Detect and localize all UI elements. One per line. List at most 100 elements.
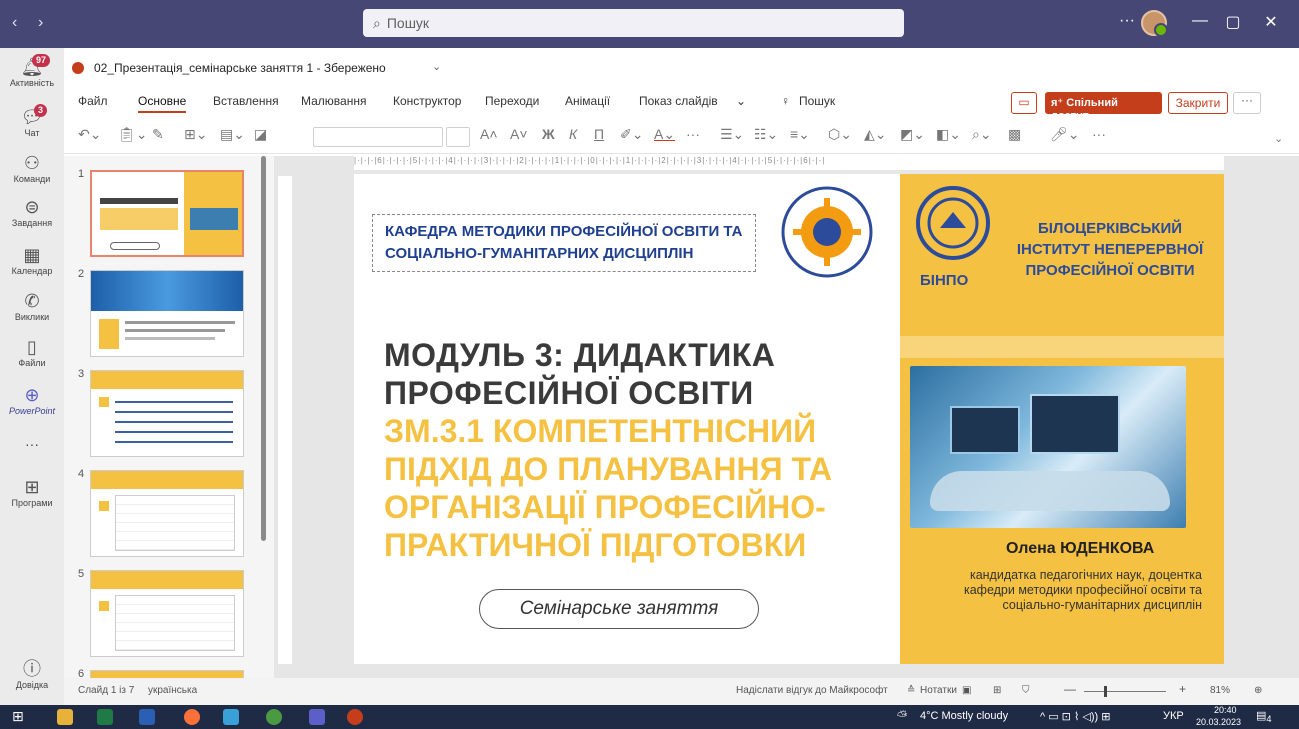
- slide-thumbnail-5[interactable]: [90, 570, 244, 657]
- fill-icon[interactable]: ◭⌄: [864, 126, 887, 143]
- slide-thumbnail-6[interactable]: [90, 670, 244, 678]
- notes-button[interactable]: Нотатки: [920, 685, 957, 696]
- tray-icons[interactable]: ^ ▭ ⊡ ⌇ ◁)) ⊞: [1040, 710, 1110, 723]
- rail-item-files[interactable]: ▯ Файли: [0, 336, 64, 368]
- chrome-icon[interactable]: [266, 709, 282, 725]
- tab-animations[interactable]: Анімації: [565, 94, 610, 108]
- firefox-icon[interactable]: [184, 709, 200, 725]
- excel-icon[interactable]: [97, 709, 113, 725]
- designer-icon[interactable]: ▩: [1008, 126, 1021, 143]
- chevron-down-icon[interactable]: ⌄: [736, 94, 746, 108]
- bold-button[interactable]: Ж: [542, 126, 555, 142]
- close-button[interactable]: Закрити: [1168, 92, 1228, 114]
- shapes-icon[interactable]: ⬡⌄: [828, 126, 852, 143]
- more-button[interactable]: ···: [1233, 92, 1261, 114]
- clock-date[interactable]: 20.03.2023: [1196, 717, 1241, 727]
- windows-start-icon[interactable]: ⊞: [12, 708, 28, 724]
- font-name-select[interactable]: [313, 127, 443, 147]
- rail-item-calls[interactable]: ✆ Виклики: [0, 290, 64, 322]
- effects-icon[interactable]: ◧⌄: [936, 126, 961, 143]
- ribbon-search[interactable]: Пошук: [799, 94, 835, 108]
- file-explorer-icon[interactable]: [57, 709, 73, 725]
- back-icon[interactable]: ‹: [12, 14, 17, 32]
- clock-time[interactable]: 20:40: [1214, 705, 1237, 715]
- share-button[interactable]: ᴙ⁺ Спільний доступ ⌄: [1045, 92, 1162, 122]
- maximize-icon[interactable]: ▢: [1218, 12, 1248, 32]
- forward-icon[interactable]: ›: [38, 14, 43, 32]
- more-options-button[interactable]: ···: [1112, 12, 1142, 30]
- zoom-slider[interactable]: [1084, 691, 1166, 692]
- dictate-icon[interactable]: 🎤︎⌄: [1050, 126, 1080, 143]
- rail-item-chat[interactable]: 💬︎ Чат 3: [0, 104, 64, 138]
- rail-item-activity[interactable]: 🔔︎ Активність 97: [0, 54, 64, 88]
- rail-item-tasks[interactable]: ⊜ Завдання: [0, 196, 64, 228]
- word-icon[interactable]: [139, 709, 155, 725]
- slide-thumbnail-2[interactable]: [90, 270, 244, 357]
- chevron-down-icon[interactable]: ⌄: [1274, 132, 1283, 145]
- reading-view-icon[interactable]: ⛉: [1022, 685, 1030, 696]
- rail-item-more[interactable]: ···: [0, 436, 64, 452]
- slide-thumbnail-1[interactable]: [90, 170, 244, 257]
- language-indicator[interactable]: українська: [148, 685, 197, 696]
- zoom-level[interactable]: 81%: [1210, 685, 1230, 696]
- layout-icon[interactable]: ▤⌄: [220, 126, 245, 143]
- weather-text[interactable]: 4°C Mostly cloudy: [920, 710, 1008, 722]
- rail-item-help[interactable]: ⓘ Довідка: [0, 658, 64, 690]
- highlight-icon[interactable]: ✐⌄: [620, 126, 643, 143]
- tab-slideshow[interactable]: Показ слайдів: [639, 94, 718, 108]
- zoom-slider-thumb[interactable]: [1104, 686, 1107, 697]
- close-window-icon[interactable]: ✕: [1256, 12, 1286, 32]
- fit-slide-icon[interactable]: ⊕: [1254, 685, 1262, 696]
- tab-file[interactable]: Файл: [78, 94, 108, 108]
- underline-button[interactable]: П: [594, 126, 604, 142]
- feedback-link[interactable]: Надіслати відгук до Майкрософт: [736, 685, 888, 696]
- normal-view-icon[interactable]: ▣: [962, 685, 971, 696]
- zoom-out-icon[interactable]: —: [1064, 682, 1076, 696]
- new-slide-icon[interactable]: ⊞⌄: [184, 126, 207, 143]
- notification-icon[interactable]: ▤4: [1256, 709, 1272, 724]
- tab-draw[interactable]: Малювання: [301, 94, 366, 108]
- ribbon-overflow[interactable]: ···: [1092, 126, 1106, 142]
- find-icon[interactable]: ⌕⌄: [972, 126, 992, 143]
- zoom-in-icon[interactable]: +: [1179, 682, 1186, 696]
- tab-insert[interactable]: Вставлення: [213, 94, 279, 108]
- sorter-view-icon[interactable]: ⊞: [993, 685, 1001, 696]
- avatar[interactable]: [1141, 10, 1168, 37]
- chevron-down-icon[interactable]: ⌄: [432, 60, 441, 73]
- format-painter-icon[interactable]: ✎: [152, 126, 164, 143]
- slide-thumbnail-4[interactable]: [90, 470, 244, 557]
- shrink-font-icon[interactable]: A˅: [510, 126, 528, 142]
- thumbnails-scrollbar[interactable]: [261, 156, 266, 541]
- keyboard-language[interactable]: УКР: [1163, 710, 1184, 722]
- photos-icon[interactable]: [223, 709, 239, 725]
- document-title[interactable]: 02_Презентація_семінарське заняття 1 - З…: [94, 61, 386, 75]
- font-color-icon[interactable]: A⌄: [654, 126, 675, 143]
- outline-icon[interactable]: ◩⌄: [900, 126, 925, 143]
- thumb-line: [115, 411, 233, 413]
- bullets-icon[interactable]: ☰⌄: [720, 126, 744, 143]
- rail-item-teams[interactable]: ⚇ Команди: [0, 152, 64, 184]
- italic-button[interactable]: К: [569, 126, 577, 142]
- rail-item-apps[interactable]: ⊞ Програми: [0, 476, 64, 508]
- teams-taskbar-icon[interactable]: [309, 709, 325, 725]
- undo-icon[interactable]: ↶⌄: [78, 126, 101, 143]
- font-size-select[interactable]: [446, 127, 470, 147]
- tab-transitions[interactable]: Переходи: [485, 94, 539, 108]
- align-icon[interactable]: ≡⌄: [790, 126, 810, 143]
- ribbon-more[interactable]: ···: [686, 126, 700, 142]
- minimize-icon[interactable]: —: [1185, 12, 1215, 30]
- comment-icon[interactable]: ▭: [1011, 92, 1037, 114]
- rail-item-calendar[interactable]: ▦ Календар: [0, 244, 64, 276]
- paste-icon[interactable]: 📋︎⌄: [118, 126, 148, 143]
- shape-fill-icon[interactable]: ◪: [254, 126, 267, 143]
- slide-canvas[interactable]: КАФЕДРА МЕТОДИКИ ПРОФЕСІЙНОЇ ОСВІТИ ТА С…: [354, 174, 1224, 664]
- slide-thumbnail-3[interactable]: [90, 370, 244, 457]
- numbering-icon[interactable]: ☷⌄: [754, 126, 778, 143]
- rail-item-powerpoint[interactable]: ⊕ PowerPoint: [0, 384, 64, 416]
- tab-design[interactable]: Конструктор: [393, 94, 461, 108]
- powerpoint-taskbar-icon[interactable]: [347, 709, 363, 725]
- grow-font-icon[interactable]: A˄: [480, 126, 498, 142]
- search-input[interactable]: ⌕ Пошук: [363, 9, 904, 37]
- tab-home[interactable]: Основне: [138, 94, 187, 113]
- notes-icon[interactable]: ≙: [907, 685, 915, 696]
